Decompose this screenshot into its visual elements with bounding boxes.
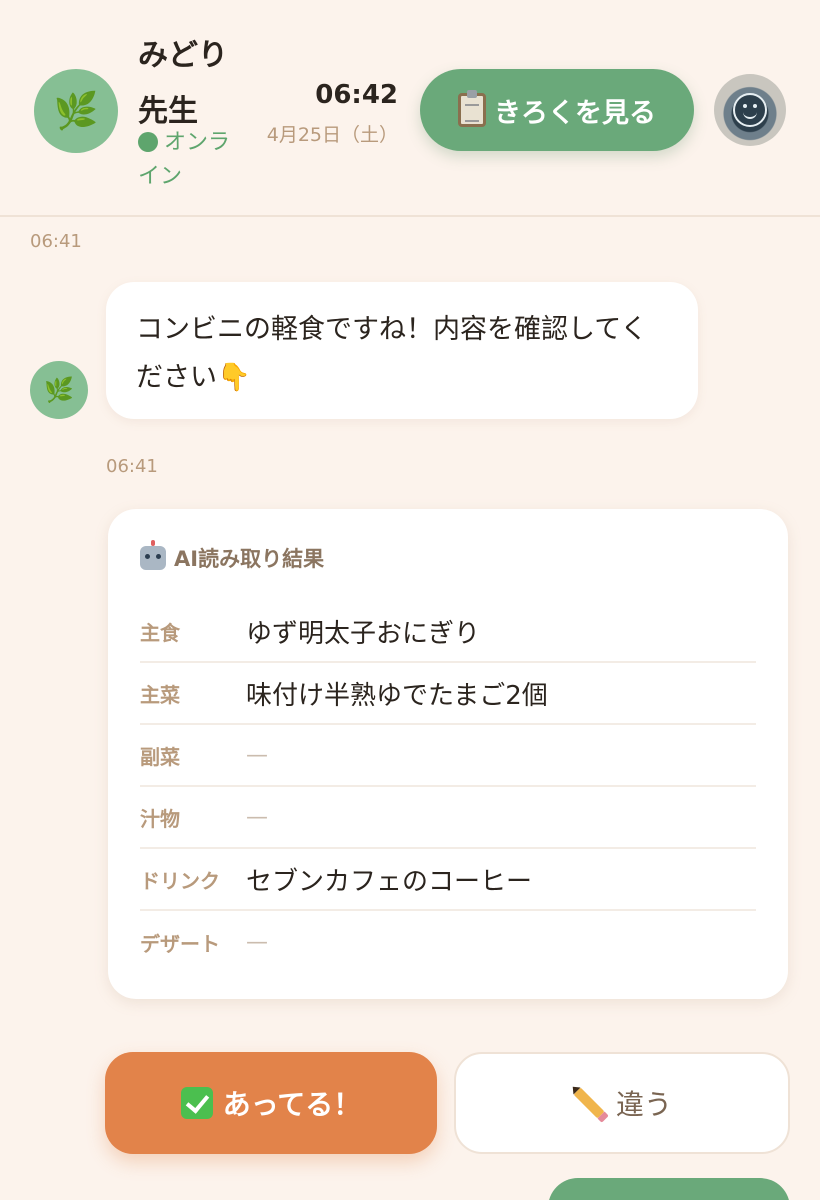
card-title: AI読み取り結果 <box>140 540 325 573</box>
ai-result-card: AI読み取り結果 主食 ゆず明太子おにぎり 主菜 味付け半熟ゆでたまご2個 副菜… <box>108 509 788 999</box>
row-label: 汁物 <box>140 806 180 831</box>
row-label: デザート <box>140 931 220 956</box>
bot-name: みどり先生 <box>138 38 228 129</box>
check-icon <box>180 1087 213 1119</box>
result-row-main-dish: 主菜 味付け半熟ゆでたまご2個 <box>140 663 756 725</box>
view-records-button[interactable]: きろくを見る <box>420 69 694 151</box>
row-value: — <box>246 742 268 768</box>
confirm-button[interactable]: あってる！ <box>105 1052 437 1154</box>
result-row-dessert: デザート — <box>140 911 756 973</box>
card-timestamp: 06:41 <box>106 456 158 477</box>
row-label: ドリンク <box>140 868 220 893</box>
row-value: — <box>246 929 268 955</box>
row-value: — <box>246 804 268 830</box>
robot-icon <box>140 540 166 570</box>
result-row-side-dish: 副菜 — <box>140 725 756 787</box>
partially-visible-button[interactable] <box>548 1178 790 1200</box>
message-timestamp: 06:41 <box>30 231 82 252</box>
result-row-soup: 汁物 — <box>140 787 756 849</box>
confirm-label: あってる！ <box>222 1088 362 1121</box>
row-value: 味付け半熟ゆでたまご2個 <box>246 680 548 711</box>
clipboard-icon <box>458 90 486 127</box>
row-label: 主菜 <box>140 682 180 707</box>
reject-label: 違う <box>615 1088 672 1121</box>
row-label: 主食 <box>140 620 180 645</box>
status-dot-icon <box>138 132 158 152</box>
result-row-staple: 主食 ゆず明太子おにぎり <box>140 601 756 663</box>
result-list: 主食 ゆず明太子おにぎり 主菜 味付け半熟ゆでたまご2個 副菜 — 汁物 — ド… <box>140 601 756 973</box>
reject-button[interactable]: 違う <box>454 1052 790 1154</box>
bot-avatar[interactable]: 🌿 <box>34 69 118 153</box>
card-title-text: AI読み取り結果 <box>174 547 325 571</box>
online-status: オンライン <box>138 126 248 194</box>
row-label: 副菜 <box>140 744 180 769</box>
row-value: ゆず明太子おにぎり <box>246 618 481 649</box>
chat-screen: 🌿 みどり先生 オンライン 06:42 4月25日（土） きろくを見る 06:4… <box>0 0 820 1200</box>
bot-message-bubble: コンビニの軽食ですね！内容を確認してください👇 <box>106 282 698 419</box>
view-records-label: きろくを見る <box>494 97 656 129</box>
bot-message-avatar: 🌿 <box>30 361 88 419</box>
smiley-icon <box>733 93 767 127</box>
current-time: 06:42 <box>315 80 398 110</box>
pencil-icon <box>573 1087 605 1119</box>
result-row-drink: ドリンク セブンカフェのコーヒー <box>140 849 756 911</box>
current-date: 4月25日（土） <box>266 124 398 146</box>
chat-header: 🌿 みどり先生 オンライン 06:42 4月25日（土） きろくを見る <box>0 0 820 217</box>
herb-icon: 🌿 <box>44 376 74 404</box>
user-avatar[interactable] <box>714 74 786 146</box>
herb-icon: 🌿 <box>53 91 99 132</box>
row-value: セブンカフェのコーヒー <box>246 866 533 897</box>
